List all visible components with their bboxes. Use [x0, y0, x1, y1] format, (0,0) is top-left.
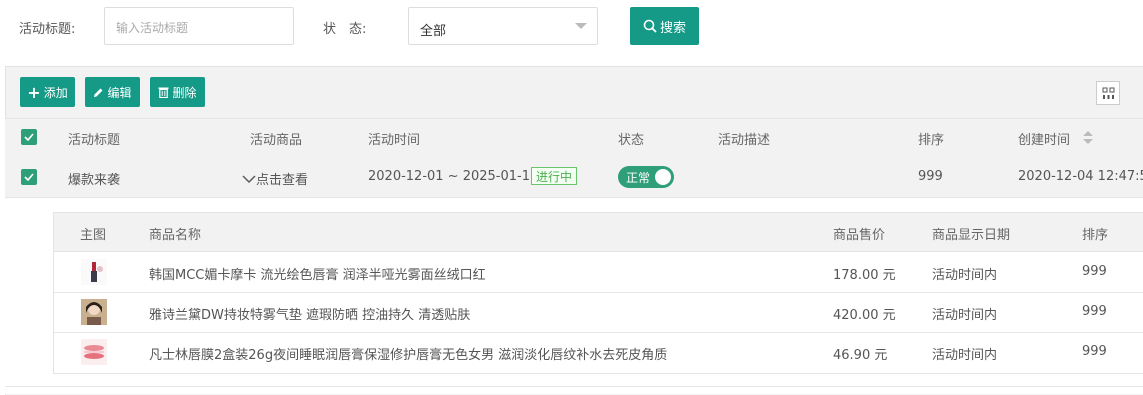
status-toggle[interactable]: 正常: [618, 166, 674, 188]
status-filter-label: 状 态:: [323, 22, 367, 37]
select-all-checkbox[interactable]: [21, 129, 37, 145]
grid-icon: [1102, 87, 1114, 99]
search-button-label: 搜索: [659, 20, 686, 36]
sub-header-name: 商品名称: [149, 228, 202, 243]
sub-header-image: 主图: [80, 228, 107, 243]
pencil-icon: [94, 88, 103, 97]
chevron-down-icon: [242, 175, 256, 183]
check-icon: [24, 173, 34, 181]
columns-toggle-button[interactable]: [1096, 81, 1120, 105]
product-name: 韩国MCC媚卡摩卡 流光绘色唇膏 润泽半哑光雾面丝绒口红: [149, 268, 486, 283]
header-sort: 排序: [918, 133, 945, 148]
divider: [5, 386, 1143, 387]
sort-asc-icon[interactable]: [1083, 131, 1093, 136]
chevron-down-icon: [575, 23, 587, 29]
goods-subtable: 主图 商品名称 商品售价 商品显示日期 排序 韩国MCC媚卡摩卡 流光绘色唇膏 …: [53, 212, 1143, 374]
product-sort: 999: [1082, 304, 1107, 319]
row-checkbox[interactable]: [21, 169, 37, 185]
view-goods-label: 点击查看: [256, 173, 309, 188]
product-date: 活动时间内: [932, 268, 998, 283]
product-date: 活动时间内: [932, 308, 998, 323]
edit-button-label: 编辑: [107, 85, 132, 100]
sub-header-date: 商品显示日期: [932, 228, 1011, 243]
title-filter-placeholder: 输入活动标题: [116, 21, 189, 35]
product-sort: 999: [1082, 344, 1107, 359]
product-price: 46.90 元: [833, 348, 888, 363]
trash-icon: [158, 87, 169, 98]
toggle-knob: [655, 169, 671, 185]
subtable-header-row: 主图 商品名称 商品售价 商品显示日期 排序: [54, 213, 1143, 252]
header-goods: 活动商品: [250, 133, 303, 148]
status-select[interactable]: 全部: [408, 7, 598, 45]
sub-header-price: 商品售价: [833, 228, 886, 243]
edit-button[interactable]: 编辑: [85, 77, 140, 107]
row-title: 爆款来袭: [68, 173, 121, 188]
header-title: 活动标题: [68, 133, 121, 148]
product-name: 雅诗兰黛DW持妆特雾气垫 遮瑕防晒 控油持久 清透贴肤: [149, 308, 471, 323]
check-icon: [24, 133, 34, 141]
sort-desc-icon[interactable]: [1083, 139, 1093, 144]
title-filter-input[interactable]: 输入活动标题: [104, 7, 294, 45]
sub-header-sort: 排序: [1082, 228, 1109, 243]
subtable-row: 韩国MCC媚卡摩卡 流光绘色唇膏 润泽半哑光雾面丝绒口红 178.00 元 活动…: [54, 252, 1143, 293]
add-button[interactable]: + 添加: [20, 77, 75, 107]
row-created: 2020-12-04 12:47:5: [1018, 169, 1143, 184]
title-filter-label: 活动标题:: [19, 22, 76, 37]
plus-icon: +: [27, 82, 41, 102]
header-description: 活动描述: [718, 133, 771, 148]
product-image-lipbalm: [81, 339, 107, 365]
search-icon: [643, 19, 657, 33]
search-button[interactable]: 搜索: [630, 7, 699, 45]
delete-button[interactable]: 删除: [150, 77, 205, 107]
add-button-label: 添加: [43, 85, 68, 100]
subtable-row: 雅诗兰黛DW持妆特雾气垫 遮瑕防晒 控油持久 清透贴肤 420.00 元 活动时…: [54, 292, 1143, 333]
product-name: 凡士林唇膜2盒装26g夜间睡眠润唇膏保湿修护唇膏无色女男 滋润淡化唇纹补水去死皮…: [149, 348, 668, 363]
status-badge: 进行中: [531, 167, 578, 185]
status-select-value: 全部: [420, 24, 447, 39]
product-image-lipstick: [81, 259, 107, 285]
delete-button-label: 删除: [172, 85, 197, 100]
row-sort: 999: [918, 169, 943, 184]
status-toggle-label: 正常: [626, 170, 651, 185]
header-created[interactable]: 创建时间: [1018, 129, 1070, 148]
product-price: 178.00 元: [833, 268, 896, 283]
product-image-cushion: [81, 299, 107, 325]
product-sort: 999: [1082, 264, 1107, 279]
table-header-row: [5, 118, 1143, 158]
row-time: 2020-12-01 ~ 2025-01-16: [368, 169, 539, 184]
product-date: 活动时间内: [932, 348, 998, 363]
header-time: 活动时间: [368, 133, 421, 148]
header-status: 状态: [618, 133, 645, 148]
product-price: 420.00 元: [833, 308, 896, 323]
subtable-row: 凡士林唇膜2盒装26g夜间睡眠润唇膏保湿修护唇膏无色女男 滋润淡化唇纹补水去死皮…: [54, 332, 1143, 372]
view-goods-toggle[interactable]: 点击查看: [242, 169, 308, 188]
